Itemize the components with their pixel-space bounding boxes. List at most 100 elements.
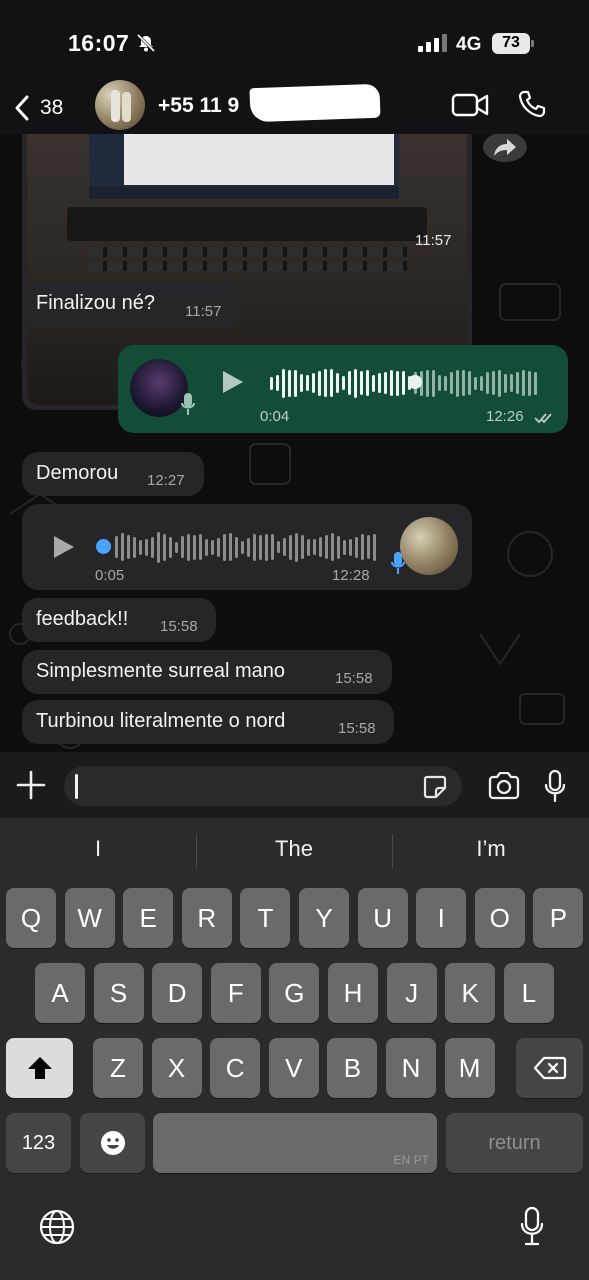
sticker-icon[interactable] — [422, 774, 448, 800]
key-m[interactable]: M — [444, 1038, 495, 1098]
key-b[interactable]: B — [327, 1038, 378, 1098]
key-z[interactable]: Z — [93, 1038, 143, 1098]
play-button[interactable] — [223, 371, 243, 393]
voice-waveform[interactable] — [115, 527, 376, 567]
waveform-bar — [354, 368, 357, 398]
key-u[interactable]: U — [357, 888, 408, 948]
message-input[interactable] — [64, 766, 462, 806]
microphone-icon[interactable] — [544, 769, 566, 803]
waveform-bar — [157, 531, 160, 563]
waveform-bar — [241, 540, 244, 554]
incoming-voice-message[interactable]: 0:05 12:28 — [22, 504, 472, 590]
waveform-bar — [331, 533, 334, 561]
return-key[interactable]: return — [446, 1113, 583, 1173]
contact-avatar[interactable] — [95, 80, 145, 130]
waveform-bar — [259, 534, 262, 560]
waveform-bar — [498, 369, 501, 397]
waveform-bar — [307, 538, 310, 556]
key-w[interactable]: W — [64, 888, 115, 948]
key-i[interactable]: I — [416, 888, 467, 948]
waveform-bar — [528, 370, 531, 396]
key-q[interactable]: Q — [6, 888, 56, 948]
waveform-bar — [282, 368, 285, 398]
back-button[interactable]: 38 — [14, 86, 63, 130]
waveform-bar — [211, 539, 214, 555]
incoming-message[interactable]: feedback!! 15:58 — [22, 598, 216, 642]
message-text: Turbinou literalmente o nord — [36, 710, 286, 732]
key-e[interactable]: E — [123, 888, 174, 948]
message-text: Demorou — [36, 462, 119, 484]
incoming-message[interactable]: Turbinou literalmente o nord 15:58 — [22, 700, 394, 744]
key-f[interactable]: F — [210, 963, 261, 1023]
key-s[interactable]: S — [93, 963, 144, 1023]
waveform-bar — [349, 538, 352, 556]
suggestion-2[interactable]: The — [196, 836, 392, 862]
globe-icon[interactable] — [38, 1208, 76, 1246]
key-r[interactable]: R — [181, 888, 232, 948]
playback-knob[interactable] — [96, 539, 111, 554]
plus-icon[interactable] — [16, 770, 46, 800]
waveform-bar — [474, 376, 477, 390]
waveform-bar — [367, 535, 370, 559]
waveform-bar — [175, 541, 178, 553]
key-g[interactable]: G — [269, 963, 320, 1023]
key-n[interactable]: N — [386, 1038, 436, 1098]
key-x[interactable]: X — [151, 1038, 202, 1098]
waveform-bar — [426, 369, 429, 397]
voice-waveform[interactable] — [270, 363, 537, 403]
space-key[interactable]: EN PT — [153, 1113, 437, 1173]
key-k[interactable]: K — [445, 963, 496, 1023]
waveform-bar — [151, 536, 154, 558]
outgoing-voice-message[interactable]: 0:04 12:26 — [118, 345, 568, 433]
key-y[interactable]: Y — [299, 888, 349, 948]
incoming-message[interactable]: Simplesmente surreal mano 15:58 — [22, 650, 392, 694]
waveform-bar — [486, 372, 489, 394]
waveform-bar — [450, 372, 453, 394]
phone-call-icon[interactable] — [517, 89, 547, 119]
shift-key[interactable] — [6, 1038, 73, 1098]
contact-name[interactable]: +55 11 9 — [158, 94, 239, 118]
waveform-bar — [283, 538, 286, 556]
playback-knob[interactable] — [408, 375, 422, 389]
play-button[interactable] — [54, 536, 74, 558]
message-text: Finalizou né? — [36, 292, 155, 314]
space-key-language: EN PT — [393, 1153, 429, 1167]
key-d[interactable]: D — [152, 963, 203, 1023]
waveform-bar — [522, 370, 525, 396]
chat-area[interactable]: 11:57 Finalizou né? 11:57 0:04 12:26 Dem… — [0, 134, 589, 752]
waveform-bar — [384, 372, 387, 394]
suggestion-1[interactable]: I — [0, 836, 196, 862]
bell-muted-icon — [136, 33, 156, 53]
waveform-bar — [217, 537, 220, 557]
message-text: Simplesmente surreal mano — [36, 660, 285, 682]
emoji-key[interactable] — [80, 1113, 145, 1173]
key-t[interactable]: T — [240, 888, 291, 948]
key-a[interactable]: A — [35, 963, 85, 1023]
key-j[interactable]: J — [386, 963, 437, 1023]
numbers-key-label: 123 — [21, 1131, 56, 1154]
key-v[interactable]: V — [268, 1038, 319, 1098]
waveform-bar — [361, 534, 364, 560]
waveform-bar — [181, 536, 184, 558]
waveform-bar — [312, 373, 315, 393]
forward-button[interactable] — [483, 134, 527, 162]
message-text: feedback!! — [36, 608, 129, 630]
key-p[interactable]: P — [533, 888, 584, 948]
forward-icon — [494, 139, 516, 156]
key-l[interactable]: L — [503, 963, 554, 1023]
waveform-bar — [115, 536, 118, 558]
dictation-mic-icon[interactable] — [520, 1206, 544, 1246]
waveform-bar — [265, 533, 268, 561]
incoming-message[interactable]: Finalizou né? 11:57 — [22, 282, 240, 328]
backspace-key[interactable] — [516, 1038, 583, 1098]
suggestion-3[interactable]: I’m — [393, 836, 589, 862]
waveform-bar — [366, 370, 369, 396]
key-h[interactable]: H — [328, 963, 378, 1023]
unread-count: 38 — [40, 96, 64, 119]
incoming-message[interactable]: Demorou 12:27 — [22, 452, 204, 496]
video-call-icon[interactable] — [451, 92, 489, 118]
numbers-key[interactable]: 123 — [6, 1113, 71, 1173]
key-c[interactable]: C — [210, 1038, 261, 1098]
key-o[interactable]: O — [474, 888, 525, 948]
camera-icon[interactable] — [487, 772, 521, 800]
